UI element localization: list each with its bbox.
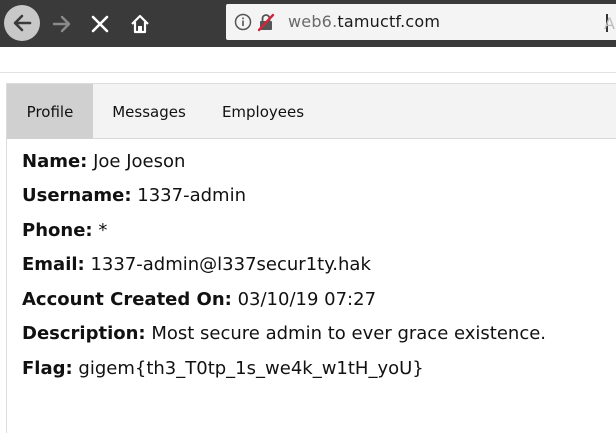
field-value: gigem{th3_T0tp_1s_we4k_w1tH_yoU} [72,358,424,379]
close-icon [91,15,109,33]
field-phone: Phone: * [22,220,107,241]
field-label: Email: [22,254,85,275]
url-domain: tamuctf.com [337,12,441,31]
field-value: * [92,220,108,241]
overflow-glyph: A [604,14,615,33]
forward-button[interactable] [44,6,80,42]
field-label: Username: [22,185,132,206]
field-username: Username: 1337-admin [22,185,246,206]
browser-toolbar: web6.tamuctf.com A [0,0,616,47]
field-flag: Flag: gigem{th3_T0tp_1s_we4k_w1tH_yoU} [22,358,424,379]
url-prefix: web6. [288,12,338,31]
field-account-created: Account Created On: 03/10/19 07:27 [22,289,376,310]
forward-icon [52,15,71,33]
field-label: Flag: [22,358,73,379]
stop-button[interactable] [82,6,118,42]
url-text[interactable]: web6.tamuctf.com [288,12,440,31]
field-value: Most secure admin to ever grace existenc… [145,323,547,344]
field-label: Description: [22,323,146,344]
tab-profile[interactable]: Profile [7,84,93,139]
info-icon[interactable] [234,13,252,31]
field-label: Account Created On: [22,289,232,310]
tab-employees[interactable]: Employees [205,84,321,139]
field-label: Name: [22,151,88,172]
home-button[interactable] [122,6,158,42]
address-bar[interactable]: web6.tamuctf.com [226,4,616,40]
profile-panel [6,139,616,433]
field-label: Phone: [22,220,93,241]
field-value: Joe Joeson [87,151,186,172]
back-button[interactable] [4,5,40,41]
toolbar-gap [0,47,616,72]
field-value: 03/10/19 07:27 [231,289,377,310]
content-divider [0,72,616,73]
field-email: Email: 1337-admin@l337secur1ty.hak [22,254,371,275]
insecure-lock-icon[interactable] [256,12,276,32]
tab-messages[interactable]: Messages [93,84,205,139]
home-icon [131,14,149,34]
field-value: 1337-admin@l337secur1ty.hak [84,254,371,275]
field-value: 1337-admin [131,185,246,206]
back-icon [13,14,32,32]
field-name: Name: Joe Joeson [22,151,185,172]
tab-bar: Profile Messages Employees [6,83,616,139]
field-description: Description: Most secure admin to ever g… [22,323,546,344]
